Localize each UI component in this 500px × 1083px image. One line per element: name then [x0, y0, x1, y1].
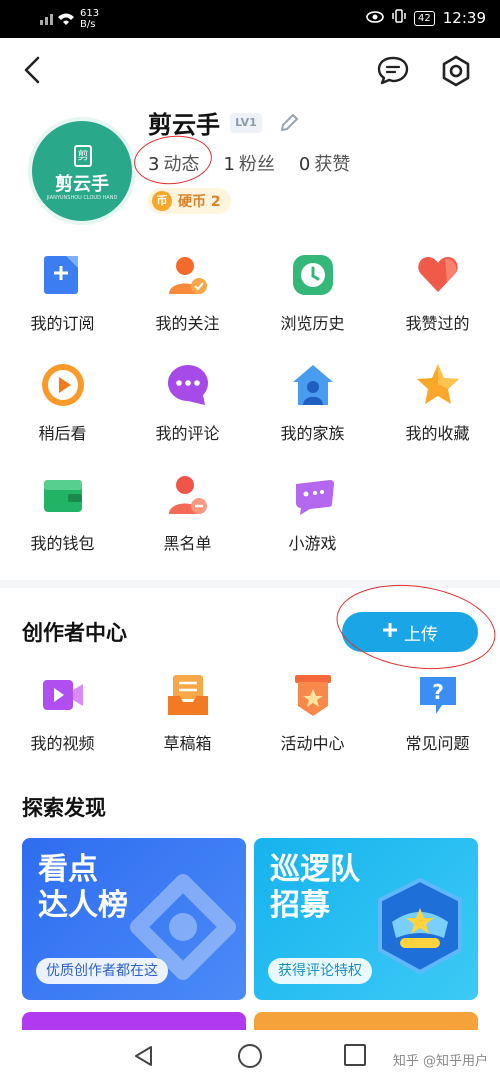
creator-label: 常见问题 [405, 734, 470, 753]
nav-home-icon[interactable] [238, 1044, 262, 1068]
game-icon [290, 472, 336, 518]
nav-back-icon[interactable] [132, 1044, 156, 1068]
subscription-icon [40, 252, 86, 298]
menu-item-subscription[interactable]: 我的订阅 [0, 252, 125, 334]
watch-later-icon [40, 362, 86, 408]
watermark: 知乎 @知乎用户 [392, 1054, 488, 1069]
stat-likes[interactable]: 0 获赞 [299, 150, 350, 176]
card-pill: 优质创作者都在这 [36, 958, 168, 984]
menu-label: 我的订阅 [30, 314, 95, 333]
menu-item-following[interactable]: 我的关注 [125, 252, 250, 334]
menu-item-wallet[interactable]: 我的钱包 [0, 472, 125, 554]
menu-item-favorites[interactable]: 我的收藏 [375, 362, 500, 444]
activity-icon [290, 672, 336, 718]
blacklist-icon [165, 472, 211, 518]
menu-label: 小游戏 [288, 534, 337, 553]
svg-text:?: ? [432, 680, 444, 704]
eye-comfort-icon [366, 9, 384, 27]
menu-item-history[interactable]: 浏览历史 [250, 252, 375, 334]
drafts-icon [165, 672, 211, 718]
back-icon[interactable] [18, 55, 48, 85]
menu-label: 我的关注 [155, 314, 220, 333]
creator-item-videos[interactable]: 我的视频 [0, 672, 125, 754]
comments-icon [165, 362, 211, 408]
avatar-badge: 剪 [74, 145, 92, 167]
menu-label: 稍后看 [38, 424, 87, 443]
edit-icon[interactable] [278, 112, 300, 134]
coin-badge[interactable]: 币 硬币 2 [148, 188, 231, 214]
creator-item-drafts[interactable]: 草稿箱 [125, 672, 250, 754]
explore-card-patrol[interactable]: 巡逻队 招募 获得评论特权 [254, 838, 478, 1000]
explore-title: 探索发现 [22, 796, 106, 820]
status-bar: 613 B/s 42 12:39 [0, 0, 500, 38]
net-unit: B/s [80, 19, 96, 30]
net-speed: 613 [80, 8, 100, 19]
card-title-line2: 达人榜 [38, 888, 128, 923]
signal-icon [40, 11, 74, 28]
menu-label: 浏览历史 [280, 314, 345, 333]
menu-item-family[interactable]: 我的家族 [250, 362, 375, 444]
stat-count: 0 [298, 154, 311, 175]
annotation-circle [331, 575, 500, 679]
creator-label: 我的视频 [30, 734, 95, 753]
level-badge: LV1 [230, 113, 262, 133]
family-icon [290, 362, 336, 408]
menu-label: 我的家族 [280, 424, 345, 443]
menu-label: 我赞过的 [405, 314, 470, 333]
liked-icon [415, 252, 461, 298]
explore-card-creators[interactable]: 看点 达人榜 优质创作者都在这 [22, 838, 246, 1000]
menu-item-watch-later[interactable]: 稍后看 [0, 362, 125, 444]
history-icon [290, 252, 336, 298]
creator-item-faq[interactable]: ? 常见问题 [375, 672, 500, 754]
nav-recents-icon[interactable] [344, 1044, 366, 1066]
creator-center-title: 创作者中心 [22, 621, 127, 645]
video-icon [40, 672, 86, 718]
settings-icon[interactable] [440, 55, 472, 87]
menu-label: 我的收藏 [405, 424, 470, 443]
menu-item-comments[interactable]: 我的评论 [125, 362, 250, 444]
stat-label: 粉丝 [238, 154, 275, 175]
message-icon[interactable] [376, 55, 410, 85]
avatar-name: 剪云手 [55, 174, 109, 195]
explore-card-peek[interactable] [254, 1012, 478, 1032]
creator-label: 草稿箱 [163, 734, 212, 753]
card-title-line1: 看点 [38, 852, 98, 887]
annotation-circle [131, 132, 215, 188]
system-nav-bar: 知乎 @知乎用户 [0, 1030, 500, 1083]
card-title-line2: 招募 [270, 888, 330, 923]
stat-label: 获赞 [314, 154, 351, 175]
coin-icon: 币 [152, 191, 172, 211]
coin-label: 硬币 2 [178, 194, 221, 210]
menu-item-game[interactable]: 小游戏 [250, 472, 375, 554]
stat-fans[interactable]: 1 粉丝 [223, 150, 274, 176]
avatar[interactable]: 剪 剪云手 JIANYUNSHOU CLOUD HAND [28, 117, 136, 225]
patrol-badge-icon [370, 872, 470, 986]
wallet-icon [40, 472, 86, 518]
profile-page: { "status_bar": { "net_speed": "613", "n… [0, 0, 500, 1083]
menu-label: 黑名单 [163, 534, 212, 553]
favorites-icon [415, 362, 461, 408]
username: 剪云手 [148, 111, 220, 139]
stat-count: 1 [223, 154, 235, 175]
following-icon [165, 252, 211, 298]
menu-label: 我的钱包 [30, 534, 95, 553]
battery-icon: 42 [414, 10, 435, 26]
card-title-line1: 巡逻队 [270, 852, 360, 887]
card-pill: 获得评论特权 [268, 958, 372, 984]
creator-label: 活动中心 [280, 734, 345, 753]
menu-label: 我的评论 [155, 424, 220, 443]
menu-item-liked[interactable]: 我赞过的 [375, 252, 500, 334]
vibrate-icon [392, 9, 406, 27]
menu-item-blacklist[interactable]: 黑名单 [125, 472, 250, 554]
faq-icon: ? [415, 672, 461, 718]
clock: 12:39 [442, 9, 486, 27]
explore-card-peek[interactable] [22, 1012, 246, 1032]
creator-item-activity[interactable]: 活动中心 [250, 672, 375, 754]
avatar-subtitle: JIANYUNSHOU CLOUD HAND [46, 195, 118, 201]
